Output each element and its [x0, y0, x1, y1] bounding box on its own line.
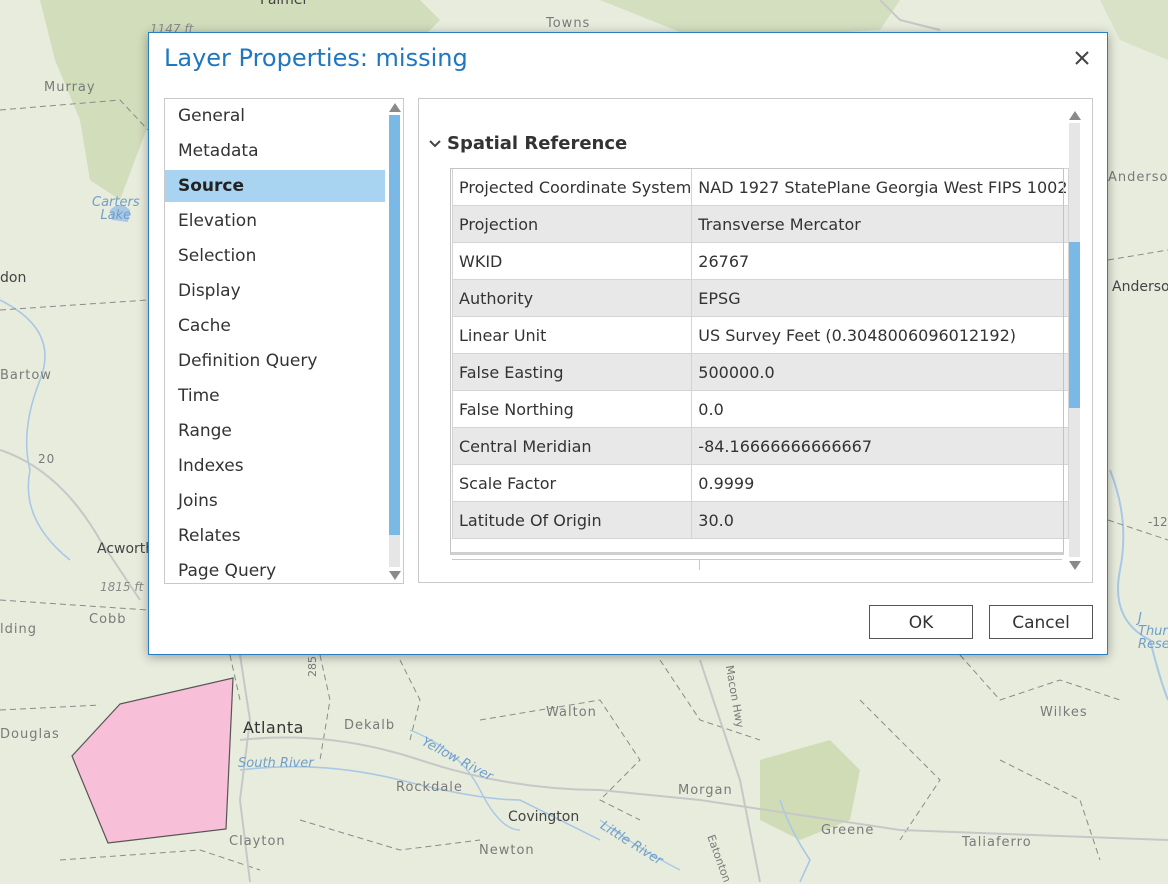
- map-label: Murray: [44, 80, 96, 95]
- table-row: Projected Coordinate System NAD 1927 Stat…: [451, 168, 1069, 206]
- map-label: 285: [306, 656, 319, 677]
- property-name: Central Meridian: [451, 427, 693, 465]
- property-name: Projection: [451, 205, 693, 243]
- map-label: -12: [1148, 515, 1168, 529]
- nav-item-joins[interactable]: Joins: [165, 485, 385, 517]
- map-label: 1815 ft: [100, 580, 144, 594]
- property-value[interactable]: 0.0: [691, 390, 1069, 428]
- nav-item-source[interactable]: Source: [165, 170, 385, 202]
- map-label: Dekalb: [344, 718, 396, 733]
- map-label: Walton: [546, 705, 597, 720]
- section-title: Spatial Reference: [447, 133, 628, 154]
- nav-scrollbar[interactable]: [387, 99, 402, 583]
- scrollbar-thumb[interactable]: [389, 115, 400, 535]
- nav-item-general[interactable]: General: [165, 100, 385, 132]
- map-label: Clayton: [229, 834, 286, 849]
- property-name: Authority: [451, 279, 693, 317]
- nav-item-cache[interactable]: Cache: [165, 310, 385, 342]
- property-value[interactable]: 500000.0: [691, 353, 1069, 391]
- map-label: Towns: [546, 16, 591, 31]
- property-value[interactable]: 30.0: [691, 501, 1069, 539]
- nav-item-display[interactable]: Display: [165, 275, 385, 307]
- map-label: lding: [0, 622, 37, 637]
- map-label: Greene: [821, 823, 875, 838]
- table-row: Central Meridian -84.16666666666667: [451, 427, 1069, 465]
- property-name: Linear Unit: [451, 316, 693, 354]
- property-name: Projected Coordinate System: [451, 168, 693, 206]
- map-label: Anderson: [1108, 170, 1168, 185]
- map-label: Atlanta: [243, 718, 304, 737]
- map-label: Covington: [508, 809, 580, 825]
- map-label: Newton: [479, 843, 535, 858]
- nav-item-time[interactable]: Time: [165, 380, 385, 412]
- property-value[interactable]: NAD 1927 StatePlane Georgia West FIPS 10…: [691, 168, 1069, 206]
- property-value[interactable]: -84.16666666666667: [691, 427, 1069, 465]
- map-label: Anderso: [1112, 279, 1168, 295]
- scroll-up-arrow-icon[interactable]: [389, 103, 401, 112]
- property-name: False Northing: [451, 390, 693, 428]
- property-name: Latitude Of Origin: [451, 501, 693, 539]
- content-scrollbar[interactable]: [1067, 107, 1083, 573]
- table-row: Scale Factor 0.9999: [451, 464, 1069, 502]
- close-button[interactable]: [1071, 47, 1093, 69]
- properties-nav-list: General Metadata Source Elevation Selection D…: [164, 98, 404, 584]
- cancel-button[interactable]: Cancel: [989, 605, 1093, 639]
- map-label: Acworth: [97, 541, 155, 557]
- map-label: Taliaferro: [962, 835, 1032, 850]
- map-label: Bartow: [0, 368, 52, 383]
- nav-item-range[interactable]: Range: [165, 415, 385, 447]
- layer-properties-dialog: Layer Properties: missing General Metadat…: [148, 32, 1108, 655]
- chevron-down-icon: [429, 133, 443, 154]
- properties-content-panel: Spatial Reference Projected Coordinate S…: [418, 98, 1093, 583]
- table-row: False Easting 500000.0: [451, 353, 1069, 391]
- property-name: Scale Factor: [451, 464, 693, 502]
- nav-item-elevation[interactable]: Elevation: [165, 205, 385, 237]
- map-label: J Thur Rese: [1138, 611, 1168, 652]
- scroll-up-arrow-icon[interactable]: [1069, 111, 1081, 120]
- property-value[interactable]: 26767: [691, 242, 1069, 280]
- table-row: Authority EPSG: [451, 279, 1069, 317]
- nav-item-relates[interactable]: Relates: [165, 520, 385, 552]
- map-label: Cobb: [89, 612, 127, 627]
- nav-item-selection[interactable]: Selection: [165, 240, 385, 272]
- map-label: don: [0, 270, 27, 286]
- property-value[interactable]: 0.9999: [691, 464, 1069, 502]
- property-value[interactable]: Transverse Mercator: [691, 205, 1069, 243]
- property-value[interactable]: US Survey Feet (0.3048006096012192): [691, 316, 1069, 354]
- property-name: WKID: [451, 242, 693, 280]
- table-row: WKID 26767: [451, 242, 1069, 280]
- map-label: South River: [238, 756, 314, 771]
- ok-button[interactable]: OK: [869, 605, 973, 639]
- close-icon: [1075, 51, 1089, 65]
- property-value[interactable]: EPSG: [691, 279, 1069, 317]
- property-name: False Easting: [451, 353, 693, 391]
- scrollbar-thumb[interactable]: [1069, 242, 1080, 408]
- map-label: 20: [38, 452, 56, 466]
- scroll-down-arrow-icon[interactable]: [389, 571, 401, 580]
- map-label: Wilkes: [1040, 705, 1088, 720]
- scroll-down-arrow-icon[interactable]: [1069, 561, 1081, 570]
- dialog-title: Layer Properties: missing: [164, 44, 468, 72]
- map-label: Douglas: [0, 727, 60, 742]
- map-label: Carters Lake: [92, 195, 140, 223]
- nav-item-metadata[interactable]: Metadata: [165, 135, 385, 167]
- map-label: Morgan: [678, 783, 733, 798]
- nav-item-definition-query[interactable]: Definition Query: [165, 345, 385, 377]
- nav-item-page-query[interactable]: Page Query: [165, 555, 385, 583]
- table-row: Projection Transverse Mercator: [451, 205, 1069, 243]
- map-label: Palmer: [260, 0, 309, 8]
- table-row: Linear Unit US Survey Feet (0.30480060960…: [451, 316, 1069, 354]
- table-row: False Northing 0.0: [451, 390, 1069, 428]
- map-label: Rockdale: [396, 780, 463, 795]
- spatial-reference-table: Projected Coordinate System NAD 1927 Stat…: [451, 168, 1069, 539]
- section-header-spatial-reference[interactable]: Spatial Reference: [429, 133, 627, 154]
- table-row-partial: [452, 559, 1062, 570]
- nav-item-indexes[interactable]: Indexes: [165, 450, 385, 482]
- table-row: Latitude Of Origin 30.0: [451, 501, 1069, 539]
